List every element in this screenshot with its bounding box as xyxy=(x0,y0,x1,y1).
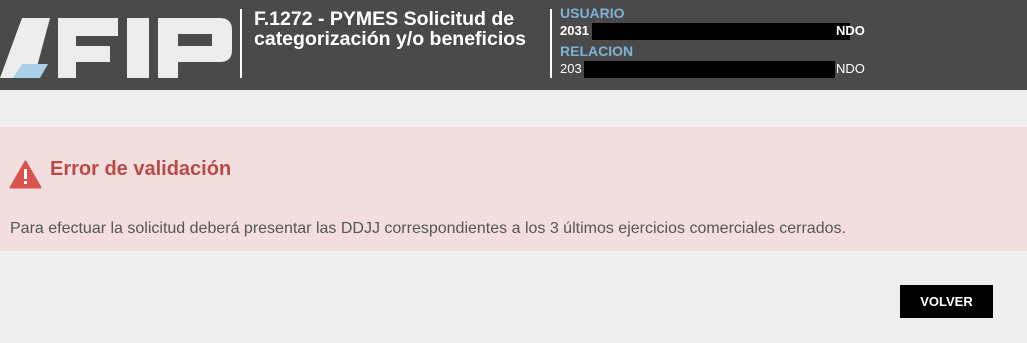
relation-value-text: 203 xyxy=(560,61,582,76)
redaction-block xyxy=(584,61,835,78)
relation-value: 203 NDO xyxy=(560,60,1020,80)
alert-message: Para efectuar la solicitud deberá presen… xyxy=(10,220,846,237)
volver-button[interactable]: VOLVER xyxy=(900,285,993,318)
relation-value-suffix: NDO xyxy=(836,61,865,76)
header-divider xyxy=(240,9,242,78)
user-value: 2031 NDO xyxy=(560,22,1020,42)
redaction-block xyxy=(592,23,850,40)
user-value-suffix: NDO xyxy=(836,23,865,38)
user-label: USUARIO xyxy=(560,5,625,21)
relation-label: RELACION xyxy=(560,43,634,59)
afip-logo-icon xyxy=(0,18,232,78)
page-title: F.1272 - PYMES Solicitud de categorizaci… xyxy=(254,8,526,50)
user-value-text: 2031 xyxy=(560,23,589,38)
validation-error-alert: Error de validación Para efectuar la sol… xyxy=(0,127,1027,251)
app-header: F.1272 - PYMES Solicitud de categorizaci… xyxy=(0,0,1027,90)
header-divider xyxy=(550,9,552,78)
warning-triangle-icon xyxy=(9,160,42,189)
alert-title: Error de validación xyxy=(50,158,232,180)
user-info: USUARIO 2031 NDO RELACION 203 NDO xyxy=(560,4,1020,80)
